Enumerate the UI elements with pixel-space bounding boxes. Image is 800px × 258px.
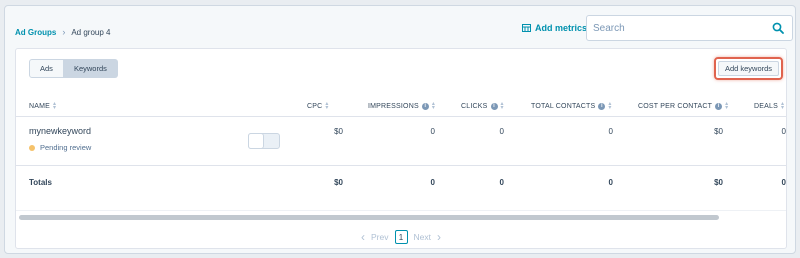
column-header-cost-per-contact[interactable]: COST PER CONTACT i ▴ ▾ xyxy=(638,100,728,112)
horizontal-scrollbar[interactable] xyxy=(19,215,719,220)
total-cpc: $0 xyxy=(334,178,343,187)
keyword-name[interactable]: mynewkeyword xyxy=(29,126,91,136)
column-header-label: DEALS xyxy=(754,102,778,110)
columns-icon xyxy=(522,24,531,32)
info-icon[interactable]: i xyxy=(421,102,429,110)
sort-icon: ▴ ▾ xyxy=(725,101,729,111)
toggle-knob xyxy=(248,133,264,149)
pagination: ‹ Prev 1 Next › xyxy=(16,230,786,244)
search-icon[interactable] xyxy=(772,22,784,34)
column-header-impressions[interactable]: IMPRESSIONS i ▴ ▾ xyxy=(368,100,435,112)
info-icon[interactable]: i xyxy=(715,102,723,110)
sort-icon: ▴ ▾ xyxy=(608,101,612,111)
column-header-label: TOTAL CONTACTS xyxy=(531,102,596,110)
table-footer-divider xyxy=(16,210,786,211)
cell-cost-per-contact: $0 xyxy=(714,127,723,136)
sort-icon: ▴ ▾ xyxy=(500,101,504,111)
chevron-left-icon[interactable]: ‹ xyxy=(361,230,365,244)
cell-cpc: $0 xyxy=(334,127,343,136)
ad-group-panel: Ad Groups › Ad group 4 Add metrics Ads K… xyxy=(4,5,796,254)
sort-icon: ▴ ▾ xyxy=(780,101,785,111)
search-box xyxy=(586,15,793,41)
pending-status-dot xyxy=(29,144,35,151)
sort-icon: ▴ ▾ xyxy=(431,101,436,111)
column-header-label: CLICKS xyxy=(461,102,488,110)
add-keywords-highlight: Add keywords xyxy=(714,57,783,80)
column-header-total-contacts[interactable]: TOTAL CONTACTS i ▴ ▾ xyxy=(531,100,612,112)
column-header-label: CPC xyxy=(307,102,323,110)
header-divider xyxy=(16,116,786,117)
status-label: Pending review xyxy=(40,143,92,152)
next-page-link[interactable]: Next xyxy=(414,232,431,242)
keyword-status-toggle[interactable] xyxy=(248,133,280,149)
sort-icon: ▴ ▾ xyxy=(53,101,57,111)
total-deals: 0 xyxy=(781,178,786,187)
status-badge: Pending review xyxy=(29,143,91,152)
row-divider xyxy=(16,165,786,166)
column-header-clicks[interactable]: CLICKS i ▴ ▾ xyxy=(461,100,504,112)
breadcrumb-separator: › xyxy=(62,27,66,37)
search-input[interactable] xyxy=(593,21,763,35)
total-clicks: 0 xyxy=(499,178,504,187)
panel-header: Ad Groups › Ad group 4 Add metrics xyxy=(5,6,795,48)
cell-total-contacts: 0 xyxy=(608,127,613,136)
info-icon[interactable]: i xyxy=(490,102,498,110)
totals-label: Totals xyxy=(29,178,52,187)
column-header-label: IMPRESSIONS xyxy=(368,102,419,110)
info-icon[interactable]: i xyxy=(598,102,606,110)
prev-page-link[interactable]: Prev xyxy=(371,232,388,242)
column-header-name[interactable]: NAME ▴ ▾ xyxy=(29,100,56,112)
cell-deals: 0 xyxy=(781,127,786,136)
cell-clicks: 0 xyxy=(499,127,504,136)
column-header-label: COST PER CONTACT xyxy=(638,102,713,110)
add-keywords-button[interactable]: Add keywords xyxy=(718,61,779,76)
sort-icon: ▴ ▾ xyxy=(325,101,329,111)
tab-ads[interactable]: Ads xyxy=(29,59,64,78)
add-metrics-button[interactable]: Add metrics xyxy=(522,23,587,33)
column-header-label: NAME xyxy=(29,102,51,110)
breadcrumb: Ad Groups › Ad group 4 xyxy=(15,27,110,37)
total-total-contacts: 0 xyxy=(608,178,613,187)
add-metrics-label: Add metrics xyxy=(535,23,588,33)
tab-keywords[interactable]: Keywords xyxy=(63,59,118,78)
column-header-deals[interactable]: DEALS ▴ ▾ xyxy=(754,100,784,112)
chevron-right-icon[interactable]: › xyxy=(437,230,441,244)
keywords-card: Ads Keywords Add keywords NAME ▴ ▾ CPC ▴ ▾… xyxy=(15,48,787,249)
column-header-cpc[interactable]: CPC ▴ ▾ xyxy=(307,100,329,112)
total-cost-per-contact: $0 xyxy=(714,178,723,187)
page-number-current[interactable]: 1 xyxy=(394,230,408,244)
cell-impressions: 0 xyxy=(430,127,435,136)
breadcrumb-ad-groups-link[interactable]: Ad Groups xyxy=(15,28,56,37)
breadcrumb-current: Ad group 4 xyxy=(71,27,111,37)
view-toggle: Ads Keywords xyxy=(29,59,118,78)
total-impressions: 0 xyxy=(430,178,435,187)
